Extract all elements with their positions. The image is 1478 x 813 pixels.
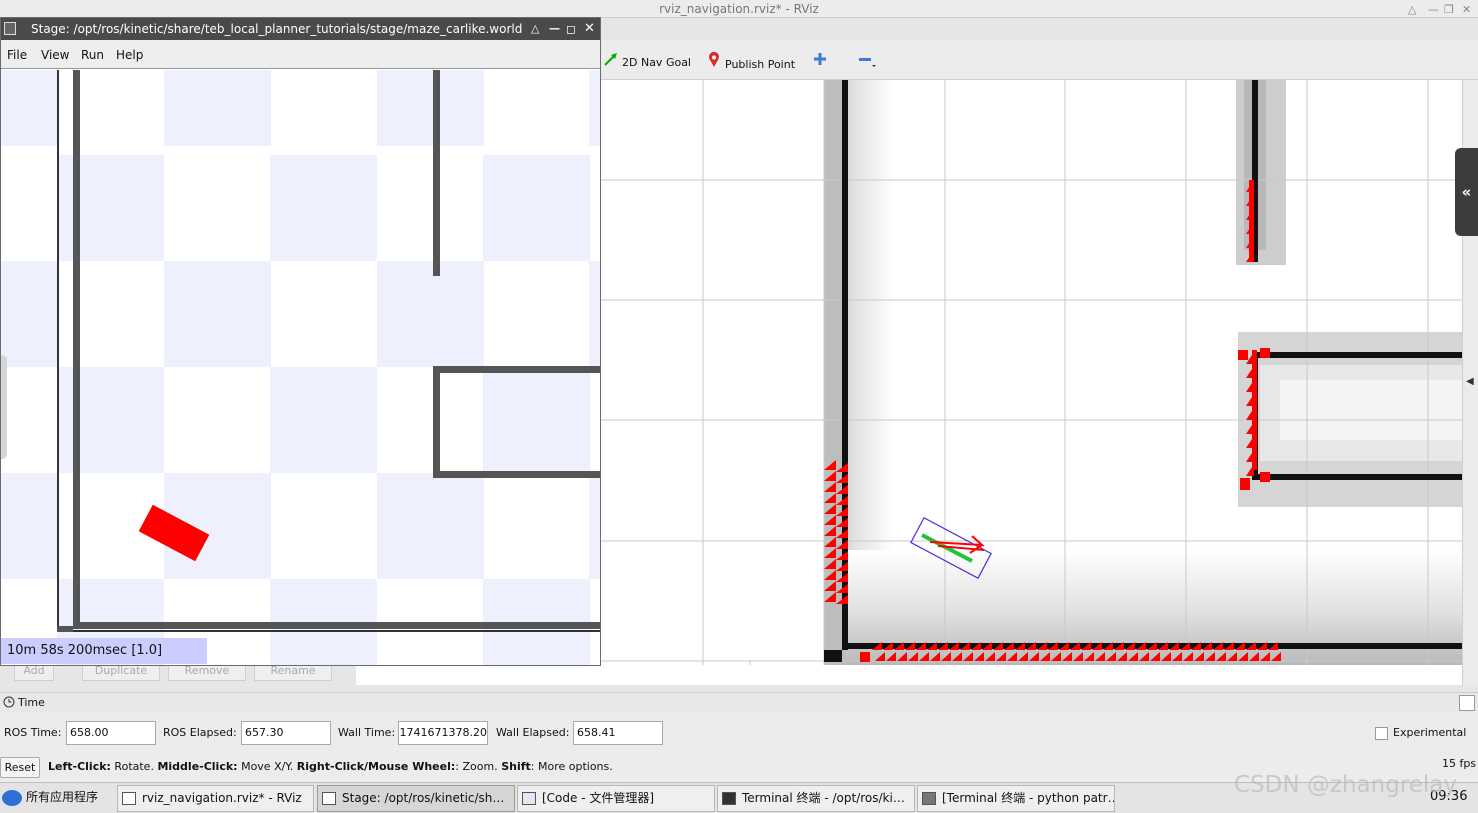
fps-readout: 15 fps: [1442, 757, 1477, 770]
time-panel-header: Time: [0, 692, 1478, 712]
menu-view[interactable]: View: [41, 48, 69, 62]
stage-title-bar[interactable]: Stage: /opt/ros/kinetic/share/teb_local_…: [1, 18, 600, 40]
stage-window: Stage: /opt/ros/kinetic/share/teb_local_…: [0, 17, 601, 666]
stage-menubar: File View Run Help: [1, 40, 600, 69]
stage-window-title: Stage: /opt/ros/kinetic/share/teb_local_…: [31, 22, 523, 36]
close-icon[interactable]: ✕: [1462, 1, 1471, 19]
add-tool-button[interactable]: [812, 52, 831, 70]
start-menu-label: 所有应用程序: [26, 790, 99, 804]
hint-middle-click-text: Move X/Y.: [237, 760, 297, 773]
task-rviz-label: rviz_navigation.rviz* - RViz: [142, 791, 302, 805]
rviz-toolbar: 2D Nav Goal Publish Point: [600, 40, 1478, 80]
costmap-view: [600, 80, 1462, 685]
wall-elapsed-label: Wall Elapsed:: [496, 726, 570, 739]
time-panel-title: Time: [18, 696, 45, 709]
nav-goal-label: 2D Nav Goal: [622, 56, 691, 69]
window-app-icon: [322, 792, 336, 805]
hint-shift-text: : More options.: [530, 760, 613, 773]
hint-left-click-text: Rotate.: [110, 760, 158, 773]
wall-elapsed-field[interactable]: 658.41: [573, 721, 663, 745]
task-file-manager[interactable]: [Code - 文件管理器]: [517, 785, 715, 812]
terminal-icon: [722, 792, 736, 805]
task-stage-label: Stage: /opt/ros/kinetic/sh…: [342, 791, 505, 805]
ros-elapsed-field[interactable]: 657.30: [241, 721, 331, 745]
rename-display-button[interactable]: Rename: [254, 665, 332, 681]
task-file-manager-label: [Code - 文件管理器]: [542, 791, 655, 805]
mouse-hint-text: Left-Click: Rotate. Middle-Click: Move X…: [48, 760, 613, 774]
restore-icon[interactable]: ❐: [1444, 1, 1454, 19]
task-stage[interactable]: Stage: /opt/ros/kinetic/sh…: [317, 785, 515, 812]
experimental-label: Experimental: [1393, 726, 1467, 739]
ros-elapsed-label: ROS Elapsed:: [163, 726, 237, 739]
nav-goal-tool[interactable]: 2D Nav Goal: [603, 52, 691, 70]
remove-display-button[interactable]: Remove: [168, 665, 246, 681]
minimize-icon[interactable]: —: [1428, 1, 1439, 19]
clock-icon: [3, 696, 15, 711]
maximize-icon[interactable]: ◻: [566, 18, 576, 40]
menu-file[interactable]: File: [7, 48, 27, 62]
panel-float-button[interactable]: [1459, 695, 1475, 711]
minimize-icon[interactable]: —: [549, 18, 560, 40]
wall-time-field[interactable]: 1741671378.20: [398, 721, 488, 745]
side-handle[interactable]: [1, 355, 7, 459]
experimental-checkbox[interactable]: [1375, 727, 1388, 740]
wall-time-label: Wall Time:: [338, 726, 396, 739]
menu-run[interactable]: Run: [81, 48, 104, 62]
rviz-window-title: rviz_navigation.rviz* - RViz: [659, 2, 819, 16]
collapse-panel-button[interactable]: «: [1455, 148, 1478, 236]
menu-help[interactable]: Help: [116, 48, 143, 62]
stage-world-view: [1, 70, 600, 665]
rviz-3d-viewport[interactable]: [600, 80, 1462, 685]
remove-tool-button[interactable]: [858, 52, 877, 70]
minus-icon: [858, 52, 876, 74]
double-chevron-left-icon: «: [1461, 183, 1472, 201]
rviz-title-bar: rviz_navigation.rviz* - RViz △ — ❐ ✕: [0, 0, 1478, 18]
shade-icon[interactable]: △: [1408, 1, 1416, 19]
start-menu-button[interactable]: 所有应用程序: [0, 785, 114, 812]
task-terminal-2-label: [Terminal 终端 - python patr…: [942, 791, 1115, 805]
close-icon[interactable]: ✕: [584, 18, 595, 40]
sim-time-readout: 10m 58s 200msec [1.0]: [1, 638, 207, 664]
start-menu-icon: [2, 790, 22, 806]
task-rviz[interactable]: rviz_navigation.rviz* - RViz: [117, 785, 314, 812]
task-terminal-1-label: Terminal 终端 - /opt/ros/ki…: [742, 791, 905, 805]
csdn-watermark: CSDN @zhangrelay: [1234, 772, 1458, 798]
add-display-button[interactable]: Add: [14, 665, 54, 681]
hint-left-click: Left-Click:: [48, 760, 111, 773]
viewport-bottom-strip: [356, 665, 1462, 685]
folder-icon: [522, 792, 536, 805]
rviz-app-icon: [122, 792, 136, 805]
time-panel: ROS Time: 658.00 ROS Elapsed: 657.30 Wal…: [0, 712, 1478, 756]
publish-point-tool[interactable]: Publish Point: [706, 51, 796, 71]
hint-shift: Shift: [501, 760, 531, 773]
hint-right-click: Right-Click/Mouse Wheel:: [296, 760, 456, 773]
stage-sim-canvas[interactable]: 10m 58s 200msec [1.0]: [1, 70, 600, 665]
plus-icon: [812, 52, 828, 72]
shade-icon[interactable]: △: [531, 18, 539, 40]
ros-time-label: ROS Time:: [4, 726, 62, 739]
publish-point-label: Publish Point: [725, 58, 796, 71]
map-pin-icon: [706, 51, 722, 74]
reset-button[interactable]: Reset: [0, 757, 40, 778]
hint-right-click-text: : Zoom.: [455, 760, 502, 773]
hint-middle-click: Middle-Click:: [157, 760, 238, 773]
task-terminal-2[interactable]: [Terminal 终端 - python patr…: [917, 785, 1115, 812]
ros-time-field[interactable]: 658.00: [66, 721, 156, 745]
terminal-icon: [922, 792, 936, 805]
window-menu-icon[interactable]: [4, 22, 16, 35]
green-arrow-icon: [603, 52, 619, 72]
expand-left-icon[interactable]: ◀: [1466, 376, 1474, 387]
task-terminal-1[interactable]: Terminal 终端 - /opt/ros/ki…: [717, 785, 915, 812]
duplicate-display-button[interactable]: Duplicate: [82, 665, 160, 681]
